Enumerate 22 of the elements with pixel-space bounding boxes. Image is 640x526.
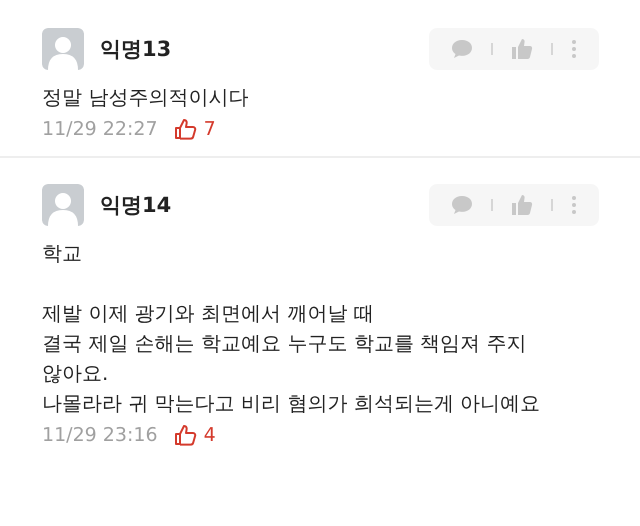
kebab-menu-icon (571, 195, 577, 215)
speech-bubble-icon (451, 39, 473, 59)
comment-text: 결국 제일 손해는 학교예요 누구도 학교를 책임져 주지 (42, 330, 528, 357)
thumbs-up-icon (174, 118, 198, 140)
timestamp: 11/29 22:27 (42, 118, 158, 140)
comment-text: 학교 (42, 240, 83, 267)
comment-text: 나몰라라 귀 막는다고 비리 혐의가 희석되는게 아니예요 (42, 390, 542, 417)
comment-text: 정말 남성주의적이시다 (42, 84, 250, 111)
like-count: 4 (204, 424, 216, 446)
author-name: 익명13 (100, 36, 172, 63)
thumbs-up-icon (511, 38, 533, 60)
author-name: 익명14 (100, 192, 172, 219)
thumbs-up-icon (511, 194, 533, 216)
thumbs-up-icon (174, 424, 198, 446)
speech-bubble-icon (451, 195, 473, 215)
avatar-icon (42, 28, 84, 70)
kebab-menu-icon (571, 39, 577, 59)
comment-text: 제발 이제 광기와 최면에서 깨어날 때 (42, 300, 375, 327)
comment-text: 않아요. (42, 360, 110, 387)
timestamp: 11/29 23:16 (42, 424, 158, 446)
avatar-icon (42, 184, 84, 226)
like-count: 7 (204, 118, 216, 140)
